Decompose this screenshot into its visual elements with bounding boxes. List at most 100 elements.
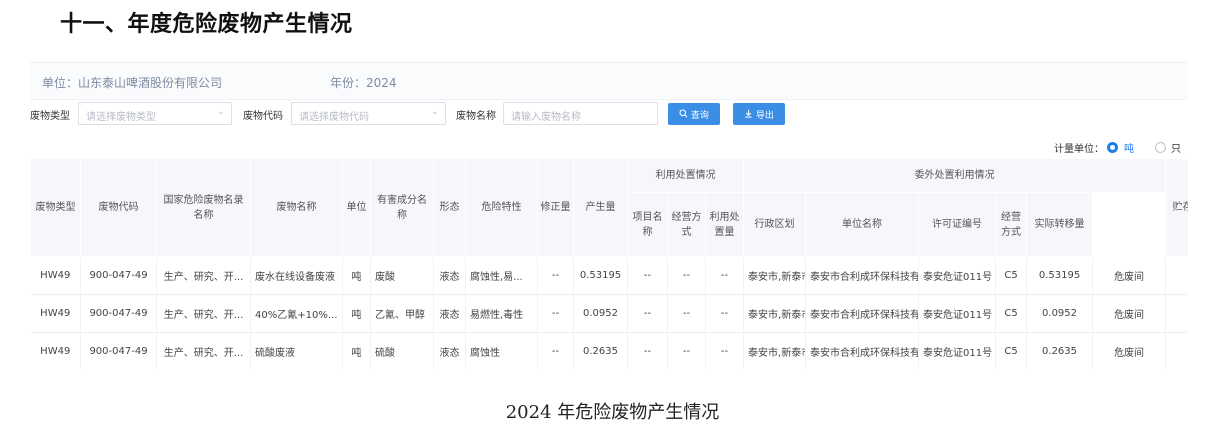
filter-bar: 废物类型 请选择废物类型 ⌄ 废物代码 请选择废物代码 ⌄ 废物名称 请输入废物… (30, 102, 1190, 126)
figure-caption: 2024 年危险废物产生情况 (505, 402, 720, 423)
header-waste-type: 废物类型 (30, 158, 81, 257)
waste-code-placeholder: 请选择废物代码 (299, 112, 369, 123)
header-hazard: 危险特性 (465, 158, 538, 257)
cell-national-list: 生产、研究、开... (156, 256, 251, 295)
header-out-region: 行政区划 (743, 192, 807, 257)
header-group-self: 利用处置情况 (626, 158, 745, 193)
cell-self-mode: -- (667, 256, 706, 295)
cell-corrected: -- (537, 294, 574, 333)
cell-self-amount: -- (705, 256, 745, 295)
waste-name-placeholder: 请输入废物名称 (511, 112, 581, 123)
cell-unit: 吨 (342, 332, 371, 370)
export-button-label: 导出 (755, 111, 774, 121)
info-bar: 单位：山东泰山啤酒股份有限公司 年份：2024 (30, 62, 1188, 100)
waste-type-placeholder: 请选择废物类型 (86, 112, 156, 123)
export-button[interactable]: 导出 (733, 103, 785, 125)
cell-waste-type: HW49 (30, 256, 81, 295)
cell-out-mode: C5 (995, 294, 1028, 333)
cell-corrected: -- (537, 332, 574, 370)
waste-name-label: 废物名称 (456, 111, 496, 122)
header-harmful: 有害成分名称 (370, 158, 434, 257)
cell-out-region: 泰安市,新泰市 (743, 294, 807, 333)
cell-harmful: 硫酸 (370, 332, 434, 370)
cell-self-amount: -- (705, 332, 745, 370)
radio-ton-label[interactable]: 吨 (1124, 140, 1134, 155)
header-self-mode: 经营方式 (667, 192, 706, 257)
cell-out-org: 泰安市合利成环保科技有限公司 (805, 294, 920, 333)
header-self-project: 项目名称 (627, 192, 668, 257)
header-unit: 单位 (342, 158, 371, 257)
cell-self-project: -- (627, 332, 668, 370)
cell-storage: 危废间 (1092, 332, 1167, 370)
cell-waste-name: 废水在线设备废液 (250, 256, 343, 295)
header-waste-code: 废物代码 (80, 158, 157, 257)
header-produced: 产生量 (573, 158, 628, 257)
waste-type-select[interactable]: 请选择废物类型 ⌄ (78, 102, 232, 125)
cell-out-org: 泰安市合利成环保科技有限公司 (805, 332, 920, 370)
table-row[interactable]: HW49 900-047-49 生产、研究、开... 废水在线设备废液 吨 废酸… (30, 256, 1188, 295)
cell-waste-name: 40%乙氰+10%... (250, 294, 343, 333)
header-corrected: 修正量 (537, 158, 574, 257)
radio-piece[interactable] (1155, 142, 1166, 153)
header-out-license: 许可证编号 (918, 192, 997, 257)
cell-extra (1165, 332, 1188, 370)
query-button-label: 查询 (690, 111, 709, 121)
cell-form: 液态 (433, 294, 466, 333)
cell-out-amount: 0.53195 (1026, 256, 1094, 295)
header-national-list: 国家危险废物名录名称 (156, 158, 251, 257)
header-waste-name: 废物名称 (250, 158, 343, 257)
cell-produced: 0.53195 (573, 256, 628, 295)
table-row[interactable]: HW49 900-047-49 生产、研究、开... 40%乙氰+10%... … (30, 294, 1188, 333)
cell-waste-code: 900-047-49 (80, 332, 157, 370)
waste-code-select[interactable]: 请选择废物代码 ⌄ (291, 102, 446, 125)
cell-form: 液态 (433, 332, 466, 370)
document-heading: 十一、年度危险废物产生情况 (60, 11, 353, 37)
hazardous-waste-table: 废物类型 废物代码 国家危险废物名录名称 废物名称 单位 有害成分名称 形态 危… (30, 158, 1188, 370)
header-out-org: 单位名称 (805, 192, 920, 257)
table-row[interactable]: HW49 900-047-49 生产、研究、开... 硫酸废液 吨 硫酸 液态 … (30, 332, 1188, 370)
cell-hazard: 腐蚀性 (465, 332, 538, 370)
radio-ton[interactable] (1107, 142, 1118, 153)
header-form: 形态 (433, 158, 466, 257)
measure-unit-label: 计量单位： (1054, 144, 1104, 155)
cell-waste-type: HW49 (30, 294, 81, 333)
cell-produced: 0.2635 (573, 332, 628, 370)
cell-out-license: 泰安危证011号 (918, 332, 997, 370)
cell-self-project: -- (627, 256, 668, 295)
year-text: 年份：2024 (330, 76, 397, 90)
cell-out-region: 泰安市,新泰市 (743, 332, 807, 370)
query-button[interactable]: 查询 (668, 103, 720, 125)
cell-out-region: 泰安市,新泰市 (743, 256, 807, 295)
cell-unit: 吨 (342, 294, 371, 333)
cell-corrected: -- (537, 256, 574, 295)
cell-waste-name: 硫酸废液 (250, 332, 343, 370)
cell-self-project: -- (627, 294, 668, 333)
cell-harmful: 乙氰、甲醇 (370, 294, 434, 333)
header-self-amount: 利用处置量 (704, 192, 745, 257)
cell-out-license: 泰安危证011号 (918, 256, 997, 295)
cell-out-amount: 0.2635 (1026, 332, 1094, 370)
company-unit-text: 单位：山东泰山啤酒股份有限公司 (42, 76, 223, 90)
cell-hazard: 腐蚀性,易... (465, 256, 538, 295)
cell-out-mode: C5 (995, 332, 1028, 370)
waste-code-label: 废物代码 (243, 111, 283, 122)
cell-out-amount: 0.0952 (1026, 294, 1094, 333)
waste-type-label: 废物类型 (30, 111, 70, 122)
cell-produced: 0.0952 (573, 294, 628, 333)
cell-hazard: 易燃性,毒性 (465, 294, 538, 333)
cell-out-org: 泰安市合利成环保科技有限公司 (805, 256, 920, 295)
waste-name-input[interactable]: 请输入废物名称 (503, 102, 658, 125)
cell-storage: 危废间 (1092, 256, 1167, 295)
cell-form: 液态 (433, 256, 466, 295)
cell-storage: 危废间 (1092, 294, 1167, 333)
header-out-amount: 实际转移量 (1026, 192, 1094, 257)
header-storage: 贮存设施 (1165, 158, 1188, 257)
cell-extra (1165, 256, 1188, 295)
cell-waste-code: 900-047-49 (80, 256, 157, 295)
cell-national-list: 生产、研究、开... (156, 294, 251, 333)
header-out-mode: 经营方式 (995, 192, 1028, 257)
radio-piece-label[interactable]: 只 (1171, 140, 1181, 155)
cell-self-mode: -- (667, 294, 706, 333)
search-icon (679, 108, 688, 121)
cell-waste-code: 900-047-49 (80, 294, 157, 333)
